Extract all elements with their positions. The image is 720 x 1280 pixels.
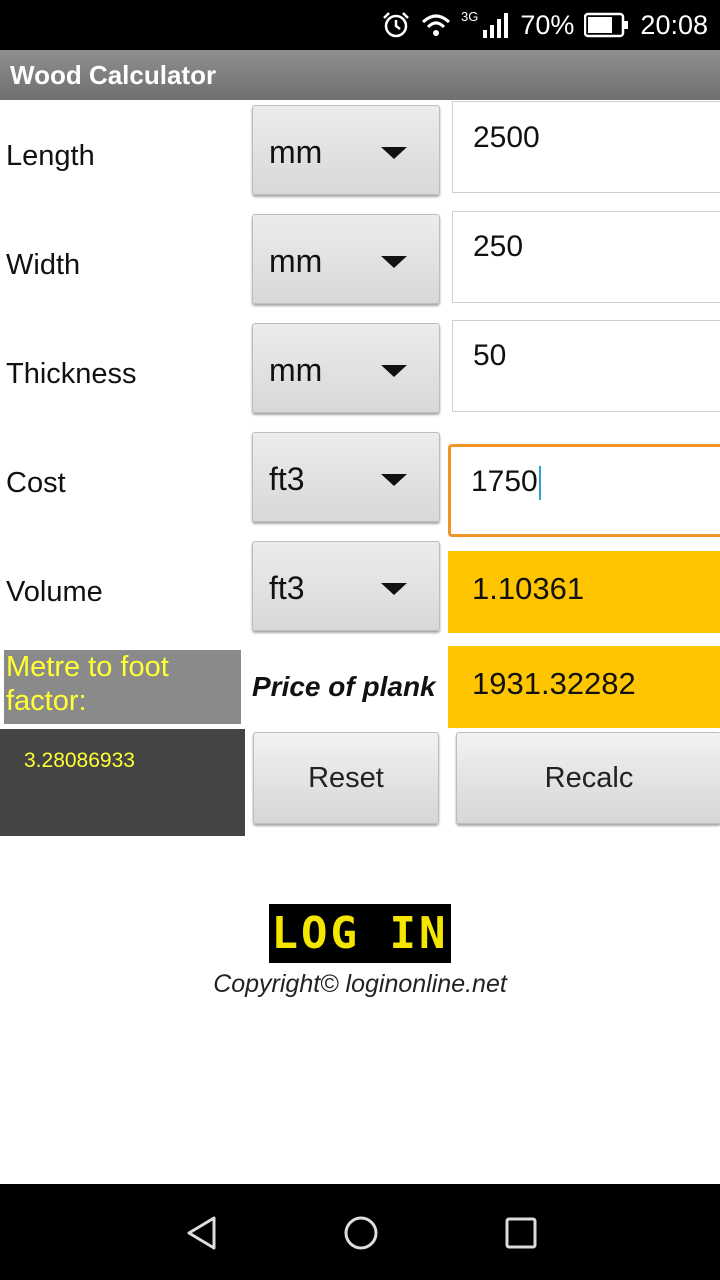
login-logo-text: LOG IN [271,908,449,959]
chevron-down-icon [381,256,407,268]
price-output: 1931.32282 [448,646,720,728]
cost-unit-value: ft3 [269,461,305,497]
recalc-button[interactable]: Recalc [456,732,720,824]
signal-icon [483,13,509,38]
thickness-label: Thickness [6,358,137,390]
navigation-bar [0,1184,720,1280]
width-unit-value: mm [269,243,323,279]
chevron-down-icon [381,147,407,159]
width-input[interactable]: 250 [452,211,720,303]
home-icon[interactable] [342,1214,380,1252]
status-icons: 3G 70% 20:08 [381,0,708,50]
status-bar: 3G 70% 20:08 [0,0,720,50]
app-title-bar: Wood Calculator [0,50,720,100]
chevron-down-icon [381,474,407,486]
width-label: Width [6,249,81,281]
clock: 20:08 [640,9,708,40]
login-logo[interactable]: LOG IN [269,904,451,963]
factor-box: 3.28086933 [0,729,245,836]
back-icon[interactable] [183,1214,221,1252]
battery-percent: 70% [520,9,575,40]
volume-value: 1.10361 [472,571,585,606]
cost-input-text: 1750 [471,465,538,498]
chevron-down-icon [381,583,407,595]
reset-button[interactable]: Reset [253,732,439,824]
volume-unit-dropdown[interactable]: ft3 [252,541,440,631]
volume-unit-value: ft3 [269,570,305,606]
chevron-down-icon [381,365,407,377]
cost-label: Cost [6,467,66,499]
factor-label: Metre to foot factor: [4,650,241,724]
price-label: Price of plank [252,671,436,702]
length-input-value: 2500 [473,121,540,154]
copyright-text: Copyright© loginonline.net [213,970,507,998]
volume-output: 1.10361 [448,551,720,633]
volume-label: Volume [6,576,103,608]
battery-icon [584,12,629,38]
width-input-value: 250 [473,230,524,263]
alarm-icon [383,12,409,38]
network-type: 3G [461,8,479,24]
thickness-unit-value: mm [269,352,323,388]
thickness-unit-dropdown[interactable]: mm [252,323,440,413]
thickness-input[interactable]: 50 [452,320,720,412]
cost-input-value: 1750 [471,465,541,501]
width-unit-dropdown[interactable]: mm [252,214,440,304]
cost-input[interactable]: 1750 [448,444,720,537]
thickness-input-value: 50 [473,339,507,372]
length-unit-value: mm [269,134,323,170]
factor-value: 3.28086933 [24,749,135,772]
recents-icon[interactable] [502,1214,540,1252]
price-value: 1931.32282 [472,666,636,701]
length-unit-dropdown[interactable]: mm [252,105,440,195]
length-input[interactable]: 2500 [452,101,720,193]
wifi-icon [422,14,451,36]
text-caret [538,466,541,501]
cost-unit-dropdown[interactable]: ft3 [252,432,440,522]
app-title: Wood Calculator [10,60,217,90]
length-label: Length [6,140,95,172]
